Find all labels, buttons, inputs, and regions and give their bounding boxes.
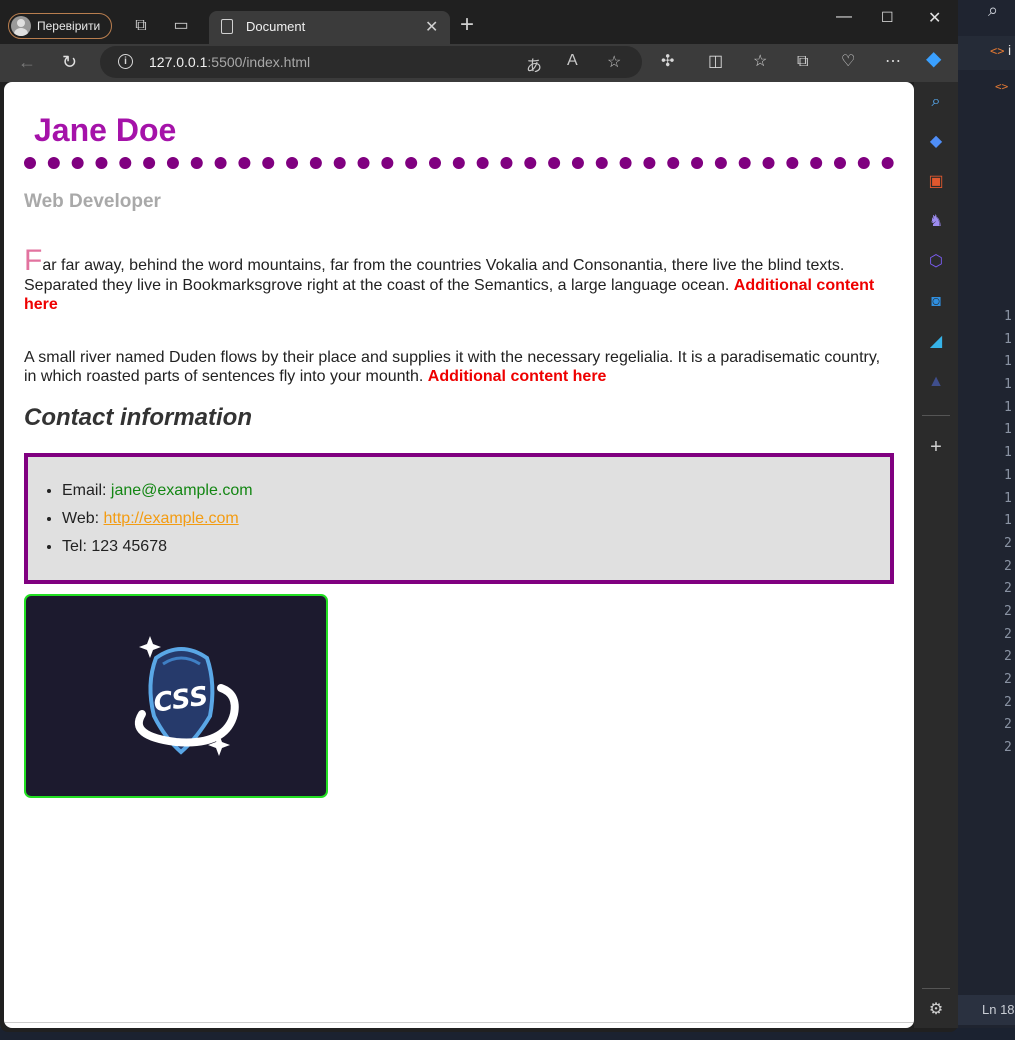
editor-line-numbers: 1 1 1 1 1 1 1 1 1 1 2 2 2 2 2 2 2 2 2 2 bbox=[1004, 306, 1012, 760]
email-value: jane@example.com bbox=[110, 482, 253, 499]
list-item: Web: http://example.com bbox=[62, 505, 253, 533]
refresh-icon[interactable]: ↻ bbox=[62, 52, 77, 72]
add-icon[interactable]: + bbox=[926, 437, 946, 457]
shopping-tag-icon[interactable]: ◆ bbox=[926, 132, 946, 152]
line-number: 2 bbox=[1004, 649, 1012, 665]
line-number: 1 bbox=[1004, 331, 1012, 347]
url-text[interactable]: 127.0.0.1:5500/index.html bbox=[149, 54, 310, 70]
line-number: 1 bbox=[1004, 422, 1012, 438]
line-number: 2 bbox=[1004, 626, 1012, 642]
favorites-icon[interactable]: ☆ bbox=[753, 53, 767, 71]
outlook-icon[interactable]: ◙ bbox=[926, 292, 946, 312]
page-viewport: Jane Doe Web Developer Far far away, beh… bbox=[4, 82, 914, 1028]
line-number: 2 bbox=[1004, 535, 1012, 551]
page-title: Jane Doe bbox=[34, 112, 177, 148]
line-number: 2 bbox=[1004, 694, 1012, 710]
line-number: 1 bbox=[1004, 445, 1012, 461]
copilot-icon[interactable]: ◆ bbox=[926, 49, 941, 69]
maximize-icon[interactable]: ☐ bbox=[881, 9, 894, 26]
css-shield-logo: CSS bbox=[134, 636, 239, 756]
line-number: 2 bbox=[1004, 581, 1012, 597]
split-screen-icon[interactable]: ◫ bbox=[708, 53, 723, 71]
line-number: 1 bbox=[1004, 377, 1012, 393]
avatar bbox=[11, 16, 31, 36]
new-tab-icon[interactable]: + bbox=[460, 13, 474, 37]
read-aloud-icon[interactable]: A bbox=[567, 52, 578, 70]
games-icon[interactable]: ♞ bbox=[926, 212, 946, 232]
editor-status-bar: Ln 18 bbox=[958, 995, 1015, 1025]
url-path: :5500/index.html bbox=[207, 54, 311, 70]
editor-tab-bar bbox=[958, 36, 1015, 70]
line-number: 1 bbox=[1004, 490, 1012, 506]
html-file-icon: <> bbox=[990, 44, 1005, 58]
back-icon[interactable]: ← bbox=[18, 52, 36, 72]
info-icon[interactable]: i bbox=[118, 54, 133, 69]
tab-document[interactable]: Document ✕ bbox=[209, 11, 450, 44]
line-number: 1 bbox=[1004, 399, 1012, 415]
second-paragraph: A small river named Duden flows by their… bbox=[24, 348, 892, 386]
browser-toolbar: ← ↻ i 127.0.0.1:5500/index.html あ A ☆ ✣ … bbox=[0, 44, 958, 82]
line-number: 2 bbox=[1004, 603, 1012, 619]
tab-title: Document bbox=[246, 19, 306, 34]
line-number: 1 bbox=[1004, 309, 1012, 324]
breadcrumb-file-icon: <> bbox=[995, 80, 1009, 93]
search-icon[interactable]: ⌕ bbox=[926, 92, 946, 112]
dotted-divider bbox=[24, 157, 894, 169]
sidebar-divider bbox=[922, 415, 950, 416]
edge-sidebar: ⌕ ◆ ▣ ♞ ⬡ ◙ ◢ ▲ + ⚙ bbox=[914, 82, 958, 1028]
extensions-icon[interactable]: ✣ bbox=[661, 53, 674, 71]
intro-paragraph: Far far away, behind the word mountains,… bbox=[24, 246, 892, 314]
education-icon[interactable]: ▲ bbox=[926, 372, 946, 392]
sidebar-divider-bottom bbox=[922, 988, 950, 989]
line-number: 2 bbox=[1004, 740, 1012, 756]
contact-box: Email: jane@example.com Web: http://exam… bbox=[24, 453, 894, 584]
tab-actions-icon[interactable]: ▭ bbox=[171, 16, 191, 36]
line-number: 2 bbox=[1004, 672, 1012, 687]
line-number: 2 bbox=[1004, 558, 1012, 574]
close-window-icon[interactable]: ✕ bbox=[928, 8, 941, 28]
minimize-icon[interactable]: — bbox=[836, 8, 852, 26]
line-number: 1 bbox=[1004, 354, 1012, 370]
cursor-position[interactable]: Ln 18 bbox=[982, 1002, 1015, 1017]
list-item: Tel: 123 45678 bbox=[62, 533, 253, 561]
tel-value: 123 45678 bbox=[91, 538, 167, 555]
address-bar[interactable]: i 127.0.0.1:5500/index.html あ A ☆ bbox=[100, 46, 642, 78]
title-bar: Перевірити ⧉ ▭ Document ✕ + — ☐ ✕ bbox=[0, 0, 958, 44]
intro-text: ar far away, behind the word mountains, … bbox=[24, 257, 845, 294]
drop-icon[interactable]: ◢ bbox=[926, 332, 946, 352]
url-host: 127.0.0.1 bbox=[149, 54, 208, 70]
translate-icon[interactable]: あ bbox=[526, 52, 542, 76]
search-icon[interactable]: ⌕ bbox=[988, 0, 998, 21]
collections-icon[interactable]: ⧉ bbox=[797, 53, 808, 71]
line-number: 2 bbox=[1004, 717, 1012, 733]
drop-cap: F bbox=[24, 244, 43, 277]
editor-tab-label[interactable]: i bbox=[1008, 42, 1011, 58]
page-icon bbox=[221, 19, 233, 34]
css-logo-image: CSS bbox=[24, 594, 328, 798]
tel-label: Tel: bbox=[62, 538, 87, 555]
contact-list: Email: jane@example.com Web: http://exam… bbox=[28, 477, 253, 561]
line-number: 1 bbox=[1004, 467, 1012, 483]
more-menu-icon[interactable]: ⋯ bbox=[885, 53, 901, 71]
tools-icon[interactable]: ▣ bbox=[926, 172, 946, 192]
list-item: Email: jane@example.com bbox=[62, 477, 253, 505]
browser-essentials-icon[interactable]: ♡ bbox=[841, 53, 855, 71]
line-number: 1 bbox=[1004, 513, 1012, 529]
job-title: Web Developer bbox=[24, 191, 161, 212]
settings-gear-icon[interactable]: ⚙ bbox=[926, 1000, 946, 1020]
browser-window: Перевірити ⧉ ▭ Document ✕ + — ☐ ✕ ← ↻ i … bbox=[0, 0, 958, 1032]
email-label: Email: bbox=[62, 482, 107, 499]
contact-heading: Contact information bbox=[24, 404, 252, 431]
web-link[interactable]: http://example.com bbox=[104, 510, 239, 527]
page-bottom-line bbox=[4, 1022, 914, 1023]
favorite-star-icon[interactable]: ☆ bbox=[607, 52, 621, 72]
web-label: Web: bbox=[62, 510, 100, 527]
profile-button[interactable]: Перевірити bbox=[8, 13, 112, 39]
profile-label: Перевірити bbox=[37, 19, 101, 33]
copilot-sidebar-icon[interactable]: ⬡ bbox=[926, 252, 946, 272]
close-tab-icon[interactable]: ✕ bbox=[425, 17, 438, 37]
additional-content: Additional content here bbox=[427, 368, 607, 385]
workspaces-icon[interactable]: ⧉ bbox=[131, 16, 151, 36]
